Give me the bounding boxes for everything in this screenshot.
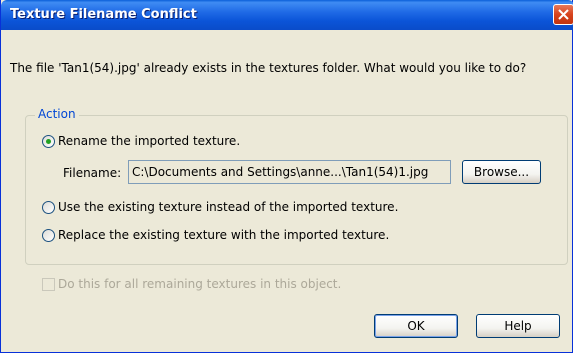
ok-button[interactable]: OK bbox=[374, 314, 458, 338]
ok-button-label: OK bbox=[407, 319, 425, 333]
apply-all-option[interactable]: Do this for all remaining textures in th… bbox=[42, 276, 341, 292]
apply-all-label: Do this for all remaining textures in th… bbox=[58, 277, 342, 291]
dialog-window: Texture Filename Conflict The file 'Tan1… bbox=[0, 0, 573, 353]
radio-selected-dot bbox=[46, 138, 51, 144]
dialog-title: Texture Filename Conflict bbox=[10, 7, 197, 22]
close-icon bbox=[558, 9, 569, 20]
close-button[interactable] bbox=[553, 4, 573, 25]
filename-field[interactable]: C:\Documents and Settings\anne...\Tan1(5… bbox=[128, 160, 451, 184]
help-button[interactable]: Help bbox=[476, 314, 560, 338]
use-existing-option[interactable]: Use the existing texture instead of the … bbox=[42, 199, 398, 215]
replace-option[interactable]: Replace the existing texture with the im… bbox=[42, 227, 389, 243]
browse-button-label: Browse... bbox=[473, 165, 530, 179]
title-bar[interactable]: Texture Filename Conflict bbox=[1, 0, 573, 30]
use-existing-radio[interactable] bbox=[42, 200, 55, 214]
action-group-label: Action bbox=[35, 107, 79, 121]
use-existing-option-label: Use the existing texture instead of the … bbox=[58, 200, 399, 214]
rename-option-label: Rename the imported texture. bbox=[58, 134, 241, 148]
rename-option[interactable]: Rename the imported texture. bbox=[42, 133, 240, 149]
conflict-message: The file 'Tan1(54).jpg' already exists i… bbox=[10, 61, 527, 75]
replace-option-label: Replace the existing texture with the im… bbox=[58, 228, 390, 242]
apply-all-checkbox[interactable] bbox=[42, 277, 55, 291]
filename-label: Filename: bbox=[63, 166, 122, 180]
replace-radio[interactable] bbox=[42, 228, 55, 242]
browse-button[interactable]: Browse... bbox=[462, 160, 541, 184]
help-button-label: Help bbox=[504, 319, 532, 333]
rename-radio[interactable] bbox=[42, 134, 55, 148]
